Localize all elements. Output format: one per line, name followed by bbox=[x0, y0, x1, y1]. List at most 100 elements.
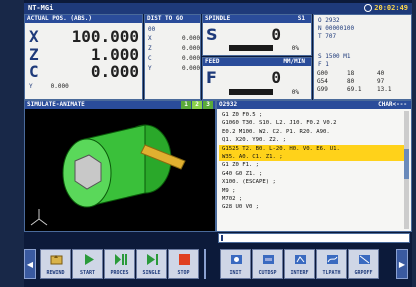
axis-value: 0.000 bbox=[90, 62, 139, 81]
program-title-text: O2932 bbox=[219, 101, 238, 108]
scrollbar-thumb[interactable] bbox=[404, 149, 409, 179]
program-listing[interactable]: G1 Z0 F0.5 ; G1060 T30. S10. L2. J10. F0… bbox=[219, 111, 409, 212]
sim-tab-3[interactable]: 3 bbox=[203, 101, 213, 109]
play-icon bbox=[85, 254, 94, 265]
softkey-start[interactable]: START bbox=[72, 249, 103, 279]
softkey-tlpath[interactable]: TLPATH bbox=[316, 249, 347, 279]
softkey-prev-button[interactable]: ◀ bbox=[24, 249, 36, 279]
gcode-cell: 69.1 bbox=[347, 86, 362, 93]
feed-load-bar bbox=[229, 89, 273, 95]
input-cursor bbox=[221, 235, 223, 241]
interference-icon bbox=[295, 255, 306, 264]
softkey-cutdsp[interactable]: CUTDSP bbox=[252, 249, 283, 279]
gcode-cell: G54 bbox=[317, 78, 328, 85]
modal-info-panel: O 2932 N 00000100 T 707 S 1500 M1 F 1 G0… bbox=[313, 14, 412, 100]
actual-position-title: ACTUAL POS. (ABS.) bbox=[25, 15, 142, 23]
simulation-viewport[interactable] bbox=[25, 109, 215, 231]
spindle-value: 0 bbox=[271, 25, 281, 44]
simulate-title-text: SIMULATE-ANIMATE bbox=[27, 101, 85, 108]
feed-title-text: FEED bbox=[205, 58, 220, 65]
axis-value: 100.000 bbox=[71, 27, 139, 46]
program-line[interactable]: Q1. X20. Y90. Z2. ; bbox=[219, 136, 409, 144]
program-line[interactable]: G28 U0 V0 ; bbox=[219, 203, 409, 211]
softkey-single[interactable]: SINGLE bbox=[136, 249, 167, 279]
gcode-cell: 18 bbox=[347, 70, 355, 77]
left-bezel bbox=[0, 0, 24, 287]
spindle-channel: S1 bbox=[297, 15, 305, 22]
clock-icon bbox=[364, 4, 372, 12]
dtg-row: X 0.000 bbox=[148, 35, 200, 42]
program-line[interactable]: M702 ; bbox=[219, 195, 409, 203]
program-line[interactable]: G1 Z0 F1. ; bbox=[219, 161, 409, 169]
softkey-label: INIT bbox=[229, 270, 242, 276]
dtg-value: 0.000 bbox=[181, 55, 200, 62]
axis-row: Z 1.000 bbox=[29, 45, 141, 64]
spindle-title-text: SPINDLE bbox=[205, 15, 231, 22]
graph-off-icon bbox=[359, 255, 370, 264]
softkey-label: STOP bbox=[177, 270, 190, 276]
program-line[interactable]: E0.2 M100. W2. C2. P1. R20. A90. bbox=[219, 128, 409, 136]
spindle-command: S 1500 M1 bbox=[318, 53, 351, 60]
gcode-cell: G00 bbox=[317, 70, 328, 77]
program-title: O2932 CHAR<--- bbox=[217, 101, 411, 109]
spindle-panel: SPINDLE S1 S 0 0% bbox=[202, 14, 312, 56]
sim-tab-1[interactable]: 1 bbox=[181, 101, 191, 109]
cnc-screen: NT-MGi 20:02:49 ACTUAL POS. (ABS.) X 100… bbox=[0, 0, 416, 287]
softkey-label: START bbox=[79, 270, 96, 276]
dtg-axis: X bbox=[148, 35, 152, 42]
sequence-number: N 00000100 bbox=[318, 25, 355, 32]
dtg-extra-value: 00 bbox=[148, 26, 156, 33]
softkey-interf[interactable]: INTERF bbox=[284, 249, 315, 279]
program-scrollbar[interactable] bbox=[404, 111, 409, 229]
program-line[interactable]: G1525 T2. B0. L-20. H0. V0. E6. U1. bbox=[219, 144, 409, 153]
step-icon bbox=[147, 254, 158, 265]
stop-icon bbox=[179, 254, 190, 265]
softkey-grpoff[interactable]: GRPOFF bbox=[348, 249, 379, 279]
program-char-mode: CHAR<--- bbox=[378, 101, 407, 108]
dtg-axis: Z bbox=[148, 45, 152, 52]
softkey-label: REWIND bbox=[46, 270, 65, 276]
softkey-label: TLPATH bbox=[322, 270, 341, 276]
axis-letter: X bbox=[29, 27, 39, 46]
softkey-label: GRPOFF bbox=[354, 270, 373, 276]
program-line[interactable]: X100. (ESCAPE) ; bbox=[219, 178, 409, 186]
simulate-tabs: 1 2 3 bbox=[180, 101, 213, 109]
axis-letter: C bbox=[29, 62, 39, 81]
simulate-title: SIMULATE-ANIMATE 1 2 3 bbox=[25, 101, 215, 109]
program-line[interactable]: G1060 T30. S10. L2. J10. F0.2 V0.2 bbox=[219, 119, 409, 127]
softkey-proces[interactable]: PROCES bbox=[104, 249, 135, 279]
feed-command: F 1 bbox=[318, 61, 329, 68]
init-icon bbox=[231, 255, 242, 264]
softkey-stop[interactable]: STOP bbox=[168, 249, 199, 279]
program-line[interactable]: G40 G0 Z1. ; bbox=[219, 170, 409, 178]
key-input-field[interactable] bbox=[218, 233, 410, 243]
softkey-label: INTERF bbox=[290, 270, 309, 276]
program-line[interactable]: W35. A0. C1. Z1. ; bbox=[219, 152, 409, 162]
gcode-row: G54 80 97 bbox=[317, 78, 411, 85]
axis-row: C 0.000 bbox=[29, 62, 141, 81]
axis-row: X 100.000 bbox=[29, 27, 141, 46]
program-line[interactable]: M9 ; bbox=[219, 187, 409, 195]
sim-tab-2[interactable]: 2 bbox=[192, 101, 202, 109]
dtg-value: 0.000 bbox=[181, 45, 200, 52]
gcode-row: G99 69.1 13.1 bbox=[317, 86, 411, 93]
tool-number: T 707 bbox=[318, 33, 337, 40]
gcode-cell: 13.1 bbox=[377, 86, 392, 93]
softkey-rewind[interactable]: REWIND bbox=[40, 249, 71, 279]
program-number: O 2932 bbox=[318, 17, 340, 24]
rewind-icon bbox=[50, 255, 63, 265]
feed-value: 0 bbox=[271, 68, 281, 87]
gcode-cell: 80 bbox=[347, 78, 355, 85]
softkey-init[interactable]: INIT bbox=[220, 249, 251, 279]
softkey-label: SINGLE bbox=[142, 270, 161, 276]
distance-to-go-panel: DIST TO GO 00 X 0.000 Z 0.000 C 0.000 Y … bbox=[144, 14, 201, 100]
softkey-next-button[interactable]: ▶ bbox=[396, 249, 408, 279]
softkey-label: PROCES bbox=[110, 270, 129, 276]
program-line[interactable]: G1 Z0 F0.5 ; bbox=[219, 111, 409, 119]
y-axis-row: Y 0.000 bbox=[29, 83, 69, 90]
dtg-row: C 0.000 bbox=[148, 55, 200, 62]
tool-path-icon bbox=[327, 255, 338, 264]
softkey-bar: ◀ REWIND START PROCES SINGLE STOP INIT C… bbox=[24, 245, 412, 283]
feed-letter: F bbox=[206, 68, 217, 87]
gcode-cell: G99 bbox=[317, 86, 328, 93]
